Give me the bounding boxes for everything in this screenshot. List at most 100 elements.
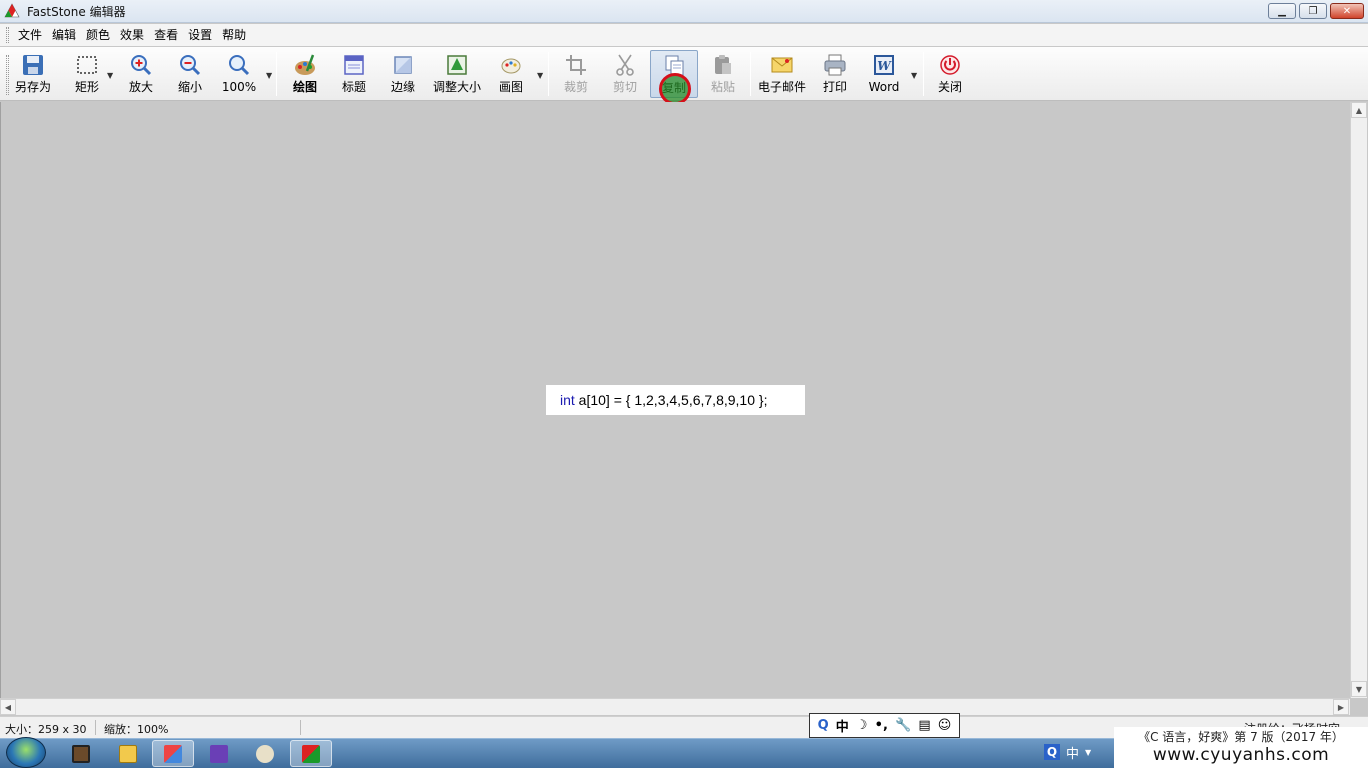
close-editor-label: 关闭 [937, 80, 962, 94]
resize-button[interactable]: 调整大小 [431, 50, 483, 98]
caption-window-icon [344, 55, 364, 75]
edge-button[interactable]: 边缘 [384, 50, 422, 98]
scroll-left-icon[interactable]: ◀ [0, 699, 16, 715]
menu-view[interactable]: 查看 [149, 24, 183, 46]
ime-punctuation-icon[interactable]: •, [875, 718, 888, 733]
taskbar-explorer[interactable] [107, 740, 149, 767]
start-button[interactable] [6, 737, 46, 768]
zoom-level-button[interactable]: 100% [219, 50, 259, 98]
cut-button[interactable]: 剪切 [606, 50, 644, 98]
menu-help[interactable]: 帮助 [217, 24, 251, 46]
faststone-capture-icon [164, 744, 182, 763]
menu-grip [6, 27, 9, 43]
resize-label: 调整大小 [432, 80, 481, 94]
edge-label: 边缘 [390, 80, 415, 94]
ime-search-icon[interactable]: Q [818, 718, 829, 733]
toolbar-grip [6, 55, 9, 95]
folder-icon [119, 744, 137, 763]
taskbar-faststone-editor[interactable] [290, 740, 332, 767]
vertical-scrollbar[interactable]: ▲ ▼ [1350, 102, 1367, 698]
paint-label: 画图 [498, 80, 523, 94]
zoom-in-icon [131, 55, 152, 76]
menu-settings[interactable]: 设置 [183, 24, 217, 46]
minimize-icon: ▁ [1278, 5, 1286, 17]
menu-color[interactable]: 颜色 [81, 24, 115, 46]
print-button[interactable]: 打印 [816, 50, 854, 98]
word-icon: W [874, 55, 894, 75]
menu-file[interactable]: 文件 [13, 24, 47, 46]
toolbar-separator [548, 52, 549, 96]
tray-ime-mode[interactable]: 中 [1066, 743, 1079, 762]
resize-image-icon [447, 55, 467, 75]
status-zoom: 缩放：100% [104, 723, 169, 736]
zoom-out-button[interactable]: 缩小 [171, 50, 209, 98]
draw-label: 绘图 [292, 80, 317, 94]
menu-effects[interactable]: 效果 [115, 24, 149, 46]
horizontal-scrollbar[interactable]: ◀ ▶ [0, 698, 1350, 715]
system-tray: Q 中 ▼ [1044, 742, 1091, 762]
rectangle-dropdown-icon[interactable]: ▼ [107, 71, 113, 80]
restore-button[interactable]: ❐ [1299, 3, 1327, 19]
code-text: a[10] = { 1,2,3,4,5,6,7,8,9,10 }; [574, 392, 768, 408]
faststone-app-icon[interactable] [4, 3, 20, 19]
captured-code-image[interactable]: int a[10] = { 1,2,3,4,5,6,7,8,9,10 }; [546, 385, 805, 415]
taskbar-faststone-capture[interactable] [152, 740, 194, 767]
envelope-icon [771, 57, 793, 73]
ime-toolbar[interactable]: Q 中 ☽ •, 🔧 ▤ ☺ [809, 713, 960, 738]
close-icon: ✕ [1342, 5, 1352, 17]
crop-label: 裁剪 [563, 80, 588, 94]
toolbar-separator [750, 52, 751, 96]
email-label: 电子邮件 [757, 80, 806, 94]
word-button[interactable]: W Word [864, 50, 904, 98]
zoom-in-label: 放大 [128, 80, 153, 94]
word-dropdown-icon[interactable]: ▼ [911, 71, 917, 80]
status-divider [300, 720, 301, 735]
watermark-title: 《C 语言，好爽》第 7 版（2017 年） [1138, 730, 1344, 744]
taskbar-paint[interactable] [244, 740, 286, 767]
taskbar-visual-studio[interactable] [198, 740, 240, 767]
toolbar-separator [276, 52, 277, 96]
paint-dropdown-icon[interactable]: ▼ [537, 71, 543, 80]
taskbar-app-screen[interactable] [60, 740, 102, 767]
email-button[interactable]: 电子邮件 [756, 50, 808, 98]
zoom-level-label: 100% [221, 80, 257, 94]
tray-expand-icon[interactable]: ▼ [1085, 748, 1091, 757]
zoom-in-button[interactable]: 放大 [122, 50, 160, 98]
save-icon [23, 55, 43, 75]
menu-bar: 文件 编辑 颜色 效果 查看 设置 帮助 [0, 24, 1368, 46]
tray-ime-icon[interactable]: Q [1044, 744, 1060, 760]
print-label: 打印 [822, 80, 847, 94]
caption-button[interactable]: 标题 [335, 50, 373, 98]
scroll-up-icon[interactable]: ▲ [1351, 102, 1367, 118]
crop-icon [566, 55, 586, 75]
cut-label: 剪切 [612, 80, 637, 94]
paste-clipboard-icon [715, 55, 731, 74]
course-watermark: 《C 语言，好爽》第 7 版（2017 年） www.cyuyanhs.com [1114, 727, 1368, 768]
paste-button[interactable]: 粘贴 [704, 50, 742, 98]
ime-moon-icon[interactable]: ☽ [856, 718, 868, 733]
scroll-right-icon[interactable]: ▶ [1333, 699, 1349, 715]
zoom-dropdown-icon[interactable]: ▼ [266, 71, 272, 80]
ime-mode-toggle[interactable]: 中 [836, 716, 849, 735]
scroll-down-icon[interactable]: ▼ [1351, 681, 1367, 697]
paint-app-icon [256, 744, 274, 763]
save-as-button[interactable]: 另存为 [12, 50, 54, 98]
close-editor-button[interactable]: 关闭 [931, 50, 969, 98]
ime-emoji-icon[interactable]: ☺ [938, 718, 952, 733]
palette-draw-icon [295, 54, 315, 75]
magnifier-icon [229, 55, 250, 76]
crop-button[interactable]: 裁剪 [557, 50, 595, 98]
rectangle-button[interactable]: 矩形 [66, 50, 108, 98]
word-label: Word [868, 80, 900, 94]
menu-edit[interactable]: 编辑 [47, 24, 81, 46]
paint-palette-icon [501, 58, 521, 74]
close-window-button[interactable]: ✕ [1330, 3, 1364, 19]
window-title: FastStone 编辑器 [27, 5, 126, 19]
paint-button[interactable]: 画图 [492, 50, 530, 98]
edge-frame-icon [394, 56, 412, 74]
rectangle-select-icon [77, 56, 97, 74]
draw-button[interactable]: 绘图 [285, 50, 325, 98]
ime-clipboard-icon[interactable]: ▤ [918, 718, 930, 733]
minimize-button[interactable]: ▁ [1268, 3, 1296, 19]
ime-wrench-icon[interactable]: 🔧 [895, 718, 911, 733]
